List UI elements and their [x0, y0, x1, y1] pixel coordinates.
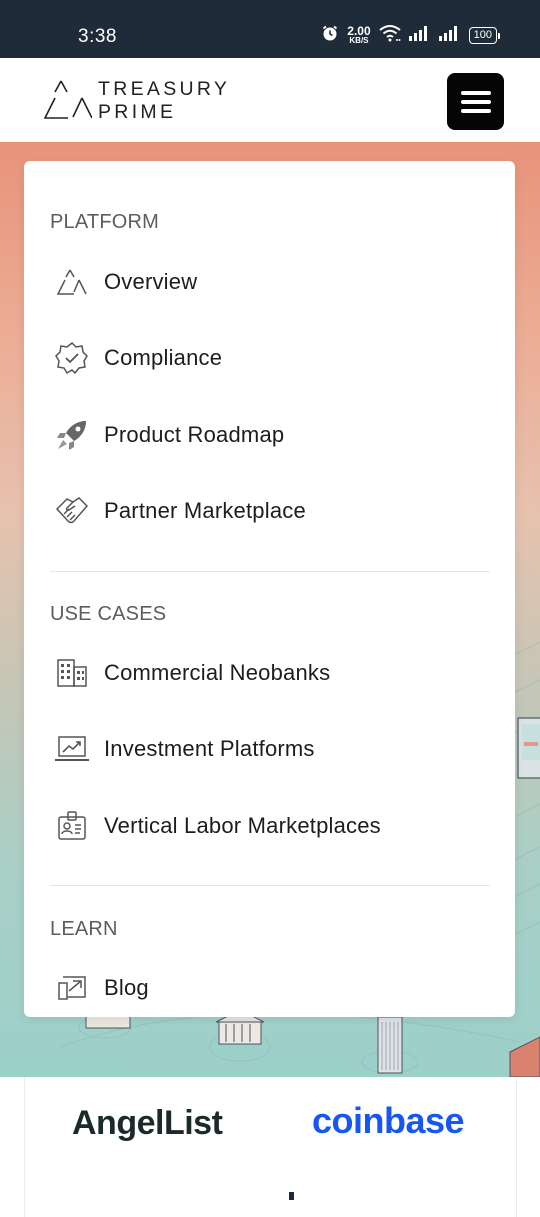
logo-line-2: PRIME	[98, 101, 177, 123]
coinbase-logo: coinbase	[312, 1100, 465, 1141]
menu-item-label: Commercial Neobanks	[104, 660, 331, 685]
menu-item-blog[interactable]: Blog	[54, 966, 494, 1010]
rocket-icon	[54, 417, 90, 453]
menu-item-overview[interactable]: Overview	[54, 260, 494, 304]
tower-illustration	[377, 1016, 403, 1074]
wifi-icon	[379, 24, 401, 47]
signal-icon	[438, 25, 461, 46]
triangle-logo-icon	[54, 264, 90, 300]
net-speed-value: 2.00	[347, 23, 371, 38]
net-speed: 2.00 KB/S	[347, 23, 371, 46]
laptop-illustration	[517, 717, 540, 779]
menu-item-label: Investment Platforms	[104, 736, 315, 761]
section-title-learn: LEARN	[50, 918, 118, 940]
menu-toggle-button[interactable]	[447, 73, 504, 130]
battery-icon: 100	[468, 27, 500, 44]
status-time: 3:38	[78, 26, 117, 47]
menu-item-investment-platforms[interactable]: Investment Platforms	[54, 727, 494, 771]
menu-item-vertical-labor-marketplaces[interactable]: Vertical Labor Marketplaces	[54, 804, 494, 848]
menu-item-label: Product Roadmap	[104, 422, 285, 447]
chart-laptop-icon	[54, 731, 90, 767]
logo-line-1: TREASURY	[98, 78, 231, 100]
section-divider	[50, 885, 490, 886]
battery-level: 100	[468, 27, 497, 44]
red-building-illustration	[509, 1036, 540, 1077]
menu-item-label: Partner Marketplace	[104, 498, 306, 523]
handshake-icon	[54, 493, 90, 529]
treasury-prime-logo[interactable]: TREASURY PRIME	[42, 76, 252, 124]
status-bar: 3:38 2.00 KB/S 100	[0, 0, 540, 58]
menu-item-label: Compliance	[104, 345, 223, 370]
blog-icon	[54, 970, 90, 1006]
partner-logos-strip	[24, 1077, 517, 1217]
site-header: TREASURY PRIME	[0, 58, 540, 142]
menu-item-commercial-neobanks[interactable]: Commercial Neobanks	[54, 651, 494, 695]
section-title-platform: PLATFORM	[50, 211, 160, 233]
menu-item-product-roadmap[interactable]: Product Roadmap	[54, 413, 494, 457]
building-icon	[54, 655, 90, 691]
section-title-use-cases: USE CASES	[50, 603, 167, 625]
menu-item-label: Overview	[104, 269, 198, 294]
menu-item-compliance[interactable]: Compliance	[54, 336, 494, 380]
id-badge-icon	[54, 808, 90, 844]
alarm-icon	[321, 24, 339, 47]
section-divider	[50, 571, 490, 572]
net-speed-unit: KB/S	[349, 35, 369, 45]
menu-item-label: Vertical Labor Marketplaces	[104, 813, 381, 838]
badge-check-icon	[54, 340, 90, 376]
logo-wordmark: TREASURY PRIME	[98, 78, 230, 124]
signal-icon	[408, 25, 431, 46]
navigation-menu: PLATFORM Overview Compliance Product Roa…	[24, 161, 515, 1017]
status-icons: 2.00 KB/S 100	[321, 24, 500, 47]
triangle-logo-icon	[43, 80, 92, 119]
angellist-logo: AngelList	[72, 1104, 223, 1142]
menu-item-label: Blog	[104, 975, 149, 1000]
menu-item-partner-marketplace[interactable]: Partner Marketplace	[54, 489, 494, 533]
partial-logo-mark	[289, 1192, 294, 1200]
hamburger-icon	[460, 90, 491, 113]
